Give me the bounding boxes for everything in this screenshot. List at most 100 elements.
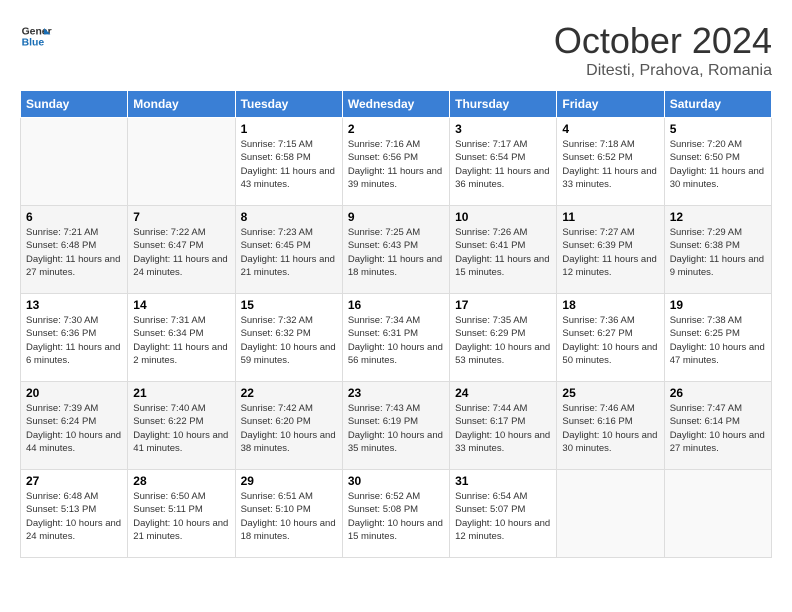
day-number: 20 xyxy=(26,386,122,400)
day-cell-empty xyxy=(664,470,771,558)
day-number: 13 xyxy=(26,298,122,312)
day-cell-20: 20 Sunrise: 7:39 AMSunset: 6:24 PMDaylig… xyxy=(21,382,128,470)
day-cell-8: 8 Sunrise: 7:23 AMSunset: 6:45 PMDayligh… xyxy=(235,206,342,294)
day-cell-15: 15 Sunrise: 7:32 AMSunset: 6:32 PMDaylig… xyxy=(235,294,342,382)
day-cell-empty xyxy=(128,118,235,206)
cell-info: Sunrise: 7:31 AMSunset: 6:34 PMDaylight:… xyxy=(133,314,229,367)
day-cell-12: 12 Sunrise: 7:29 AMSunset: 6:38 PMDaylig… xyxy=(664,206,771,294)
cell-info: Sunrise: 7:26 AMSunset: 6:41 PMDaylight:… xyxy=(455,226,551,279)
cell-info: Sunrise: 7:44 AMSunset: 6:17 PMDaylight:… xyxy=(455,402,551,455)
week-row-4: 20 Sunrise: 7:39 AMSunset: 6:24 PMDaylig… xyxy=(21,382,772,470)
cell-info: Sunrise: 7:34 AMSunset: 6:31 PMDaylight:… xyxy=(348,314,444,367)
day-number: 14 xyxy=(133,298,229,312)
day-number: 31 xyxy=(455,474,551,488)
day-cell-16: 16 Sunrise: 7:34 AMSunset: 6:31 PMDaylig… xyxy=(342,294,449,382)
week-row-2: 6 Sunrise: 7:21 AMSunset: 6:48 PMDayligh… xyxy=(21,206,772,294)
col-header-friday: Friday xyxy=(557,91,664,118)
cell-info: Sunrise: 7:40 AMSunset: 6:22 PMDaylight:… xyxy=(133,402,229,455)
cell-info: Sunrise: 7:46 AMSunset: 6:16 PMDaylight:… xyxy=(562,402,658,455)
day-cell-17: 17 Sunrise: 7:35 AMSunset: 6:29 PMDaylig… xyxy=(450,294,557,382)
cell-info: Sunrise: 7:27 AMSunset: 6:39 PMDaylight:… xyxy=(562,226,658,279)
day-number: 27 xyxy=(26,474,122,488)
day-cell-1: 1 Sunrise: 7:15 AMSunset: 6:58 PMDayligh… xyxy=(235,118,342,206)
cell-info: Sunrise: 7:29 AMSunset: 6:38 PMDaylight:… xyxy=(670,226,766,279)
cell-info: Sunrise: 7:20 AMSunset: 6:50 PMDaylight:… xyxy=(670,138,766,191)
title-block: October 2024 Ditesti, Prahova, Romania xyxy=(554,20,772,80)
day-number: 29 xyxy=(241,474,337,488)
day-cell-2: 2 Sunrise: 7:16 AMSunset: 6:56 PMDayligh… xyxy=(342,118,449,206)
day-cell-6: 6 Sunrise: 7:21 AMSunset: 6:48 PMDayligh… xyxy=(21,206,128,294)
header-row: SundayMondayTuesdayWednesdayThursdayFrid… xyxy=(21,91,772,118)
day-number: 26 xyxy=(670,386,766,400)
cell-info: Sunrise: 7:21 AMSunset: 6:48 PMDaylight:… xyxy=(26,226,122,279)
day-cell-14: 14 Sunrise: 7:31 AMSunset: 6:34 PMDaylig… xyxy=(128,294,235,382)
day-cell-4: 4 Sunrise: 7:18 AMSunset: 6:52 PMDayligh… xyxy=(557,118,664,206)
day-cell-24: 24 Sunrise: 7:44 AMSunset: 6:17 PMDaylig… xyxy=(450,382,557,470)
day-number: 23 xyxy=(348,386,444,400)
day-number: 1 xyxy=(241,122,337,136)
calendar-table: SundayMondayTuesdayWednesdayThursdayFrid… xyxy=(20,90,772,558)
day-cell-3: 3 Sunrise: 7:17 AMSunset: 6:54 PMDayligh… xyxy=(450,118,557,206)
cell-info: Sunrise: 7:18 AMSunset: 6:52 PMDaylight:… xyxy=(562,138,658,191)
month-title: October 2024 xyxy=(554,20,772,62)
day-cell-5: 5 Sunrise: 7:20 AMSunset: 6:50 PMDayligh… xyxy=(664,118,771,206)
day-cell-21: 21 Sunrise: 7:40 AMSunset: 6:22 PMDaylig… xyxy=(128,382,235,470)
cell-info: Sunrise: 7:42 AMSunset: 6:20 PMDaylight:… xyxy=(241,402,337,455)
cell-info: Sunrise: 7:23 AMSunset: 6:45 PMDaylight:… xyxy=(241,226,337,279)
col-header-monday: Monday xyxy=(128,91,235,118)
day-number: 8 xyxy=(241,210,337,224)
col-header-tuesday: Tuesday xyxy=(235,91,342,118)
day-number: 9 xyxy=(348,210,444,224)
cell-info: Sunrise: 7:32 AMSunset: 6:32 PMDaylight:… xyxy=(241,314,337,367)
cell-info: Sunrise: 7:38 AMSunset: 6:25 PMDaylight:… xyxy=(670,314,766,367)
logo: General Blue xyxy=(20,20,52,52)
day-number: 18 xyxy=(562,298,658,312)
day-number: 16 xyxy=(348,298,444,312)
week-row-1: 1 Sunrise: 7:15 AMSunset: 6:58 PMDayligh… xyxy=(21,118,772,206)
page-header: General Blue October 2024 Ditesti, Praho… xyxy=(20,20,772,80)
day-cell-25: 25 Sunrise: 7:46 AMSunset: 6:16 PMDaylig… xyxy=(557,382,664,470)
day-number: 10 xyxy=(455,210,551,224)
cell-info: Sunrise: 7:30 AMSunset: 6:36 PMDaylight:… xyxy=(26,314,122,367)
day-number: 17 xyxy=(455,298,551,312)
day-number: 25 xyxy=(562,386,658,400)
day-cell-empty xyxy=(557,470,664,558)
day-number: 4 xyxy=(562,122,658,136)
day-number: 6 xyxy=(26,210,122,224)
day-cell-27: 27 Sunrise: 6:48 AMSunset: 5:13 PMDaylig… xyxy=(21,470,128,558)
day-cell-10: 10 Sunrise: 7:26 AMSunset: 6:41 PMDaylig… xyxy=(450,206,557,294)
cell-info: Sunrise: 7:17 AMSunset: 6:54 PMDaylight:… xyxy=(455,138,551,191)
col-header-sunday: Sunday xyxy=(21,91,128,118)
cell-info: Sunrise: 7:47 AMSunset: 6:14 PMDaylight:… xyxy=(670,402,766,455)
week-row-5: 27 Sunrise: 6:48 AMSunset: 5:13 PMDaylig… xyxy=(21,470,772,558)
cell-info: Sunrise: 7:39 AMSunset: 6:24 PMDaylight:… xyxy=(26,402,122,455)
cell-info: Sunrise: 7:35 AMSunset: 6:29 PMDaylight:… xyxy=(455,314,551,367)
svg-text:Blue: Blue xyxy=(22,38,45,49)
day-number: 21 xyxy=(133,386,229,400)
cell-info: Sunrise: 7:36 AMSunset: 6:27 PMDaylight:… xyxy=(562,314,658,367)
day-number: 12 xyxy=(670,210,766,224)
day-number: 28 xyxy=(133,474,229,488)
day-cell-19: 19 Sunrise: 7:38 AMSunset: 6:25 PMDaylig… xyxy=(664,294,771,382)
day-number: 11 xyxy=(562,210,658,224)
cell-info: Sunrise: 7:15 AMSunset: 6:58 PMDaylight:… xyxy=(241,138,337,191)
day-number: 30 xyxy=(348,474,444,488)
logo-icon: General Blue xyxy=(20,20,52,52)
day-number: 5 xyxy=(670,122,766,136)
day-number: 24 xyxy=(455,386,551,400)
day-cell-7: 7 Sunrise: 7:22 AMSunset: 6:47 PMDayligh… xyxy=(128,206,235,294)
day-number: 2 xyxy=(348,122,444,136)
col-header-wednesday: Wednesday xyxy=(342,91,449,118)
day-cell-11: 11 Sunrise: 7:27 AMSunset: 6:39 PMDaylig… xyxy=(557,206,664,294)
day-number: 19 xyxy=(670,298,766,312)
day-cell-9: 9 Sunrise: 7:25 AMSunset: 6:43 PMDayligh… xyxy=(342,206,449,294)
cell-info: Sunrise: 6:48 AMSunset: 5:13 PMDaylight:… xyxy=(26,490,122,543)
cell-info: Sunrise: 6:51 AMSunset: 5:10 PMDaylight:… xyxy=(241,490,337,543)
day-cell-22: 22 Sunrise: 7:42 AMSunset: 6:20 PMDaylig… xyxy=(235,382,342,470)
cell-info: Sunrise: 7:43 AMSunset: 6:19 PMDaylight:… xyxy=(348,402,444,455)
day-cell-26: 26 Sunrise: 7:47 AMSunset: 6:14 PMDaylig… xyxy=(664,382,771,470)
day-cell-30: 30 Sunrise: 6:52 AMSunset: 5:08 PMDaylig… xyxy=(342,470,449,558)
cell-info: Sunrise: 7:22 AMSunset: 6:47 PMDaylight:… xyxy=(133,226,229,279)
col-header-thursday: Thursday xyxy=(450,91,557,118)
col-header-saturday: Saturday xyxy=(664,91,771,118)
